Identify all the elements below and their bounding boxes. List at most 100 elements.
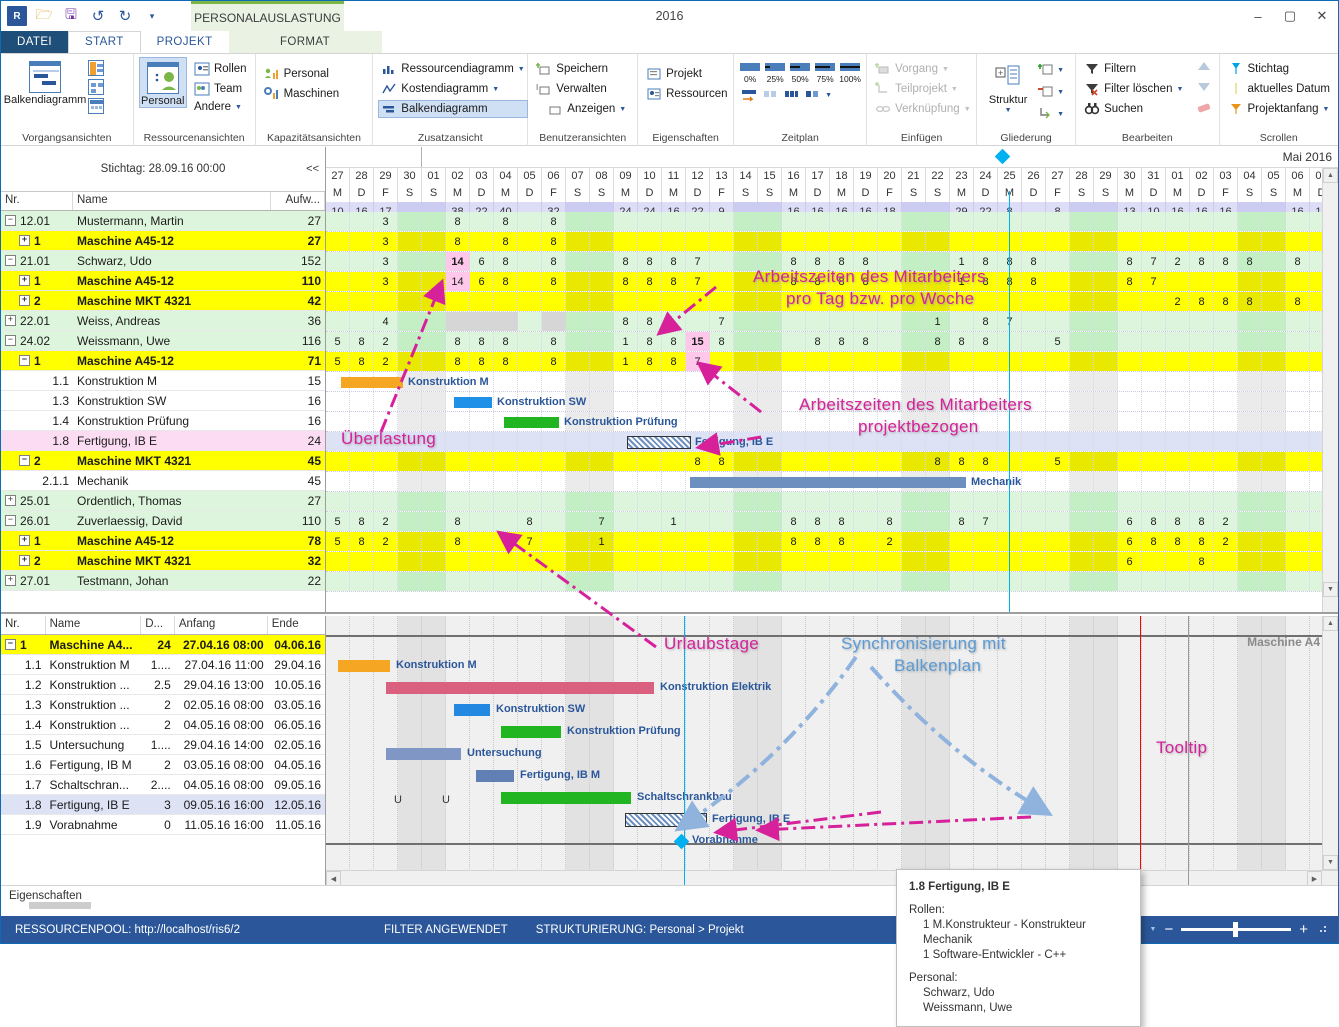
row-expander[interactable]: − [5,515,16,526]
gantt-scroll-left-button[interactable]: ◀ [326,871,341,885]
schedule-group-icon[interactable] [804,87,820,103]
schedule-split-icon[interactable] [762,87,778,103]
column-header-nr[interactable]: Nr. [1,192,73,210]
row-expander[interactable]: − [5,215,16,226]
table-row[interactable]: −21.01Schwarz, Udo152 [1,251,325,271]
eigenschaften-ressourcen-button[interactable]: Ressourcen [643,85,730,103]
table-row[interactable]: 1.1Konstruktion M1....27.04.16 11:0029.0… [1,655,325,675]
tab-projekt[interactable]: PROJEKT [141,31,229,53]
gantt-scroll-up-button[interactable]: ▲ [1323,616,1338,631]
column-header-name[interactable]: Name [46,616,142,634]
gantt-bar[interactable]: Schaltschrankbau [501,792,631,804]
table-row[interactable]: +25.01Ordentlich, Thomas27 [1,491,325,511]
aktuelles-datum-button[interactable]: aktuelles Datum [1225,80,1333,98]
table-row[interactable]: +1Maschine A45-1278 [1,531,325,551]
eigenschaften-projekt-button[interactable]: Projekt [643,65,730,83]
view-variant-1-icon[interactable] [88,60,104,76]
balkendiagramm-view-button[interactable]: Balkendiagramm [6,57,84,106]
vorgang-einfuegen-button[interactable]: Vorgang ▼ [872,60,974,78]
progress-100-button[interactable]: 100% [839,61,861,84]
chart-row[interactable]: 68 [326,552,1338,572]
column-header-aufwand[interactable]: Aufw... [271,192,325,210]
chart-row[interactable]: 3146888887888818888728888 [326,252,1338,272]
filter-loeschen-button[interactable]: Filter löschen ▼ [1081,80,1186,98]
projektanfang-button[interactable]: Projektanfang ▼ [1225,100,1333,118]
table-row[interactable]: 1.9Vorabnahme011.05.16 16:0011.05.16 [1,815,325,835]
tab-datei[interactable]: DATEI [1,31,68,53]
gantt-scroll-down-button[interactable]: ▼ [1323,855,1338,870]
rollen-button[interactable]: Rollen [191,60,250,78]
table-row[interactable]: 1.7Schaltschran...2....04.05.16 08:0009.… [1,775,325,795]
ansicht-anzeigen-button[interactable]: Anzeigen ▼ [533,100,629,118]
row-expander[interactable]: + [19,295,30,306]
table-row[interactable]: 2.1.1Mechanik45 [1,471,325,491]
scroll-down-button[interactable]: ▼ [1323,582,1338,597]
gantt-scroll-right-button[interactable]: ▶ [1307,871,1322,885]
zoom-slider-knob[interactable] [1233,922,1238,937]
chevron-down-icon[interactable]: ▼ [1150,926,1157,933]
chevron-down-icon[interactable]: ▼ [518,66,525,73]
kapazitaet-personal-button[interactable]: Personal [261,65,343,83]
chart-bar[interactable]: Konstruktion Prüfung [504,417,559,428]
scroll-down-icon[interactable] [1196,81,1212,97]
properties-scrollbar[interactable] [29,902,91,909]
table-row[interactable]: −26.01Zuverlaessig, David110 [1,511,325,531]
view-variant-2-icon[interactable] [88,79,104,95]
chart-row[interactable]: 28888 [326,292,1338,312]
gantt-bar[interactable]: Fertigung, IB M [476,770,514,782]
table-row[interactable]: 1.6Fertigung, IB M203.05.16 08:0004.05.1… [1,755,325,775]
gantt-vertical-scrollbar[interactable]: ▲ ▼ [1322,616,1338,885]
chevron-down-icon[interactable]: ▼ [492,86,499,93]
chart-vertical-scrollbar[interactable]: ▲ ▼ [1322,168,1338,612]
chevron-down-icon[interactable]: ▼ [1322,106,1329,113]
chevron-down-icon[interactable]: ▼ [825,92,832,99]
kapazitaet-maschinen-button[interactable]: Maschinen [261,85,343,103]
gantt-bar[interactable]: Untersuchung [386,748,461,760]
gantt-horizontal-scrollbar[interactable]: ◀ ▶ [326,870,1338,885]
struktur-button[interactable]: + Struktur ▼ [982,57,1034,114]
maximize-button[interactable]: ▢ [1274,1,1306,31]
team-button[interactable]: Team [191,80,250,98]
minimize-button[interactable]: – [1242,1,1274,31]
close-button[interactable]: ✕ [1306,1,1338,31]
gantt-bar[interactable]: Vorabnahme [676,836,687,850]
table-row[interactable]: −12.01Mustermann, Martin27 [1,211,325,231]
column-header-dauer[interactable]: D... [141,616,175,634]
ansicht-verwalten-button[interactable]: I Verwalten [533,80,629,98]
row-expander[interactable]: + [5,315,16,326]
eraser-icon[interactable] [1196,102,1212,118]
chart-bar[interactable]: Konstruktion SW [454,397,492,408]
chevron-down-icon[interactable]: ▼ [964,106,971,113]
table-row[interactable]: +27.01Testmann, Johan22 [1,571,325,591]
table-row[interactable]: 1.2Konstruktion ...2.529.04.16 13:0010.0… [1,675,325,695]
chart-row[interactable]: 4887187 [326,312,1338,332]
progress-75-button[interactable]: 75% [814,61,836,84]
table-row[interactable]: 1.4Konstruktion ...204.05.16 08:0006.05.… [1,715,325,735]
table-row[interactable]: 1.3Konstruktion ...202.05.16 08:0003.05.… [1,695,325,715]
progress-0-button[interactable]: 0% [739,61,761,84]
schedule-level-icon[interactable] [783,87,799,103]
chevron-down-icon[interactable]: ▼ [942,66,949,73]
row-expander[interactable]: − [5,335,16,346]
chart-bar[interactable]: Konstruktion M [341,377,403,388]
zoom-out-button[interactable]: − [1164,921,1173,938]
column-header-nr[interactable]: Nr. [1,616,46,634]
chart-row[interactable] [326,492,1338,512]
balkendiagramm-zusatz-button[interactable]: Balkendiagramm [378,100,527,118]
table-row[interactable]: +2Maschine MKT 432142 [1,291,325,311]
table-row[interactable]: +2Maschine MKT 432132 [1,551,325,571]
row-expander[interactable]: − [5,639,16,650]
row-expander[interactable]: − [5,255,16,266]
column-header-anfang[interactable]: Anfang [175,616,268,634]
row-expander[interactable]: + [5,495,16,506]
gantt-bar[interactable]: Konstruktion M [338,660,390,672]
table-row[interactable]: −2Maschine MKT 432145 [1,451,325,471]
chevron-down-icon[interactable]: ▼ [1057,89,1064,96]
row-expander[interactable]: + [19,235,30,246]
chart-row[interactable]: 3888 [326,232,1338,252]
gliederung-remove-button[interactable]: ▼ [1038,84,1064,100]
teilprojekt-einfuegen-button[interactable]: Teilprojekt ▼ [872,80,974,98]
table-row[interactable]: 1.8Fertigung, IB E309.05.16 16:0012.05.1… [1,795,325,815]
gantt-bar[interactable]: Konstruktion Elektrik [386,682,654,694]
chart-row[interactable]: 582871888268882 [326,532,1338,552]
